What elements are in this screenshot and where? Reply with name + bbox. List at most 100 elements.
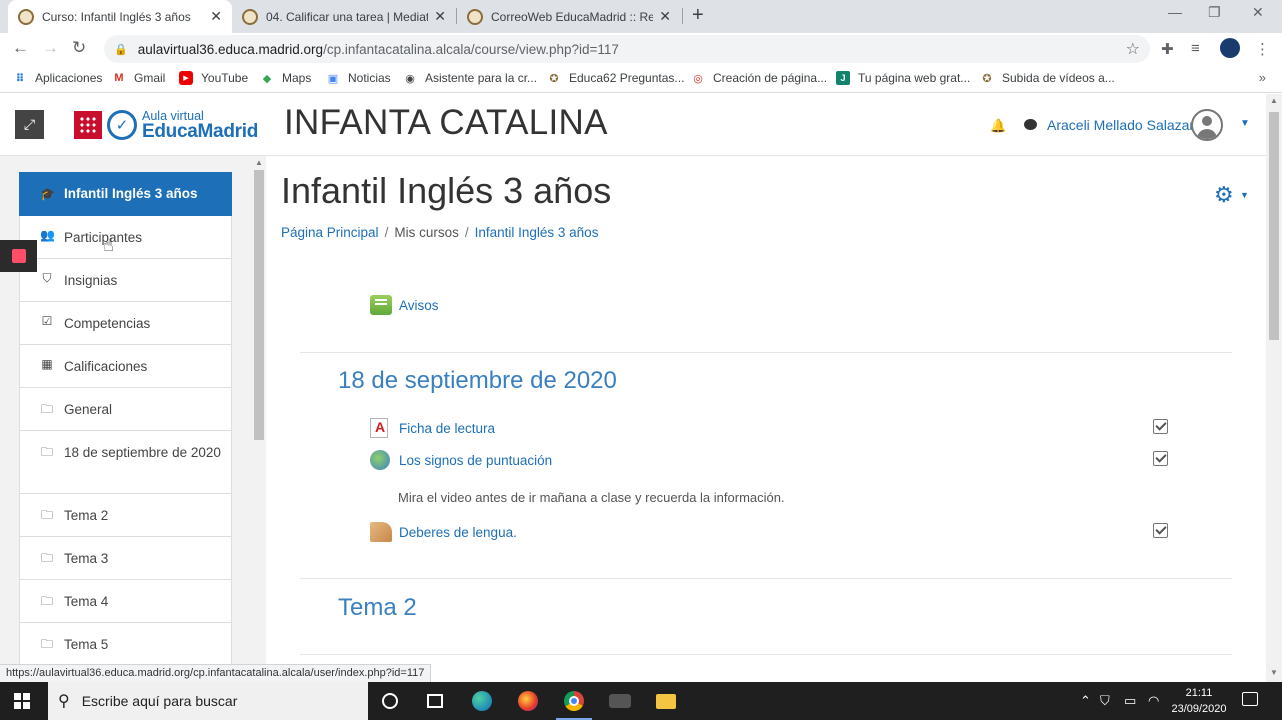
windows-start-icon[interactable] bbox=[14, 693, 30, 709]
completion-checkbox[interactable] bbox=[1153, 451, 1168, 466]
activity-label[interactable]: Deberes de lengua. bbox=[399, 525, 517, 540]
nav-item-tema-5[interactable]: 🗀 Tema 5 bbox=[19, 623, 232, 666]
bookmark-tupagina[interactable]: J Tu página web grat... bbox=[836, 71, 970, 85]
file-explorer-icon[interactable] bbox=[656, 694, 676, 709]
bookmark-asistente[interactable]: ◉ Asistente para la cr... bbox=[403, 71, 537, 85]
breadcrumb-mis-cursos[interactable]: Mis cursos bbox=[394, 225, 459, 240]
reload-icon[interactable]: ↻ bbox=[72, 38, 86, 58]
browser-tab-3[interactable]: CorreoWeb EducaMadrid :: Reda ✕ bbox=[457, 0, 681, 33]
completion-checkbox[interactable] bbox=[1153, 523, 1168, 538]
taskbar-search-input[interactable]: ⚲ Escribe aquí para buscar bbox=[48, 682, 368, 720]
bookmark-star-icon[interactable]: ☆ bbox=[1126, 39, 1140, 59]
bookmark-gmail[interactable]: M Gmail bbox=[112, 71, 165, 85]
messages-bubble-icon[interactable] bbox=[1024, 119, 1037, 130]
nav-item-tema-4[interactable]: 🗀 Tema 4 bbox=[19, 580, 232, 623]
forward-icon[interactable]: → bbox=[42, 38, 59, 58]
bookmark-noticias[interactable]: ▣ Noticias bbox=[326, 71, 391, 85]
hand-cursor-icon: ☝ bbox=[103, 235, 114, 255]
close-window-icon[interactable]: ✕ bbox=[1252, 4, 1264, 21]
scroll-thumb[interactable] bbox=[1269, 112, 1279, 340]
url-path: /cp.infantacatalina.alcala/course/view.p… bbox=[323, 41, 619, 57]
bookmark-creacion[interactable]: ◎ Creación de página... bbox=[691, 71, 827, 85]
user-avatar[interactable] bbox=[1191, 109, 1223, 141]
scroll-down-icon[interactable]: ▼ bbox=[1270, 668, 1278, 677]
bookmark-educa62[interactable]: ✪ Educa62 Preguntas... bbox=[547, 71, 684, 85]
site-title[interactable]: INFANTA CATALINA bbox=[284, 103, 608, 143]
profile-avatar[interactable] bbox=[1220, 38, 1240, 58]
taskbar-clock[interactable]: 21:11 23/09/2020 bbox=[1170, 685, 1228, 717]
expand-drawer-icon[interactable]: ⤢ bbox=[15, 110, 44, 139]
nav-item-general[interactable]: 🗀 General bbox=[19, 388, 232, 431]
browser-tab-1[interactable]: Curso: Infantil Inglés 3 años ✕ bbox=[8, 0, 232, 33]
scroll-up-icon[interactable]: ▲ bbox=[255, 158, 263, 167]
notifications-bell-icon[interactable]: 🔔 bbox=[990, 118, 1006, 134]
activity-avisos[interactable]: Avisos bbox=[370, 295, 439, 315]
activity-label[interactable]: Avisos bbox=[399, 298, 439, 313]
notifications-center-icon[interactable] bbox=[1242, 692, 1258, 706]
cortana-icon[interactable] bbox=[382, 693, 398, 709]
bookmark-label: Educa62 Preguntas... bbox=[569, 71, 685, 85]
chrome-icon[interactable] bbox=[564, 691, 584, 711]
back-icon[interactable]: ← bbox=[12, 38, 29, 58]
page-scrollbar[interactable]: ▲ ▼ bbox=[1266, 94, 1282, 682]
completion-checkbox[interactable] bbox=[1153, 419, 1168, 434]
target-icon: ◎ bbox=[693, 72, 703, 85]
record-stop-button[interactable] bbox=[0, 240, 37, 272]
activity-deberes-lengua[interactable]: Deberes de lengua. bbox=[370, 522, 517, 542]
edge-icon[interactable] bbox=[472, 691, 492, 711]
activity-label[interactable]: Los signos de puntuación bbox=[399, 453, 552, 468]
bookmark-apps[interactable]: ⠿ Aplicaciones bbox=[13, 71, 103, 85]
minimize-icon[interactable]: — bbox=[1168, 4, 1182, 20]
nav-item-participantes[interactable]: 👥 Participantes bbox=[19, 216, 232, 259]
wifi-icon[interactable]: ◠ bbox=[1148, 693, 1159, 709]
media-queue-icon[interactable]: ≡ bbox=[1191, 40, 1200, 57]
new-tab-icon[interactable]: + bbox=[692, 4, 704, 27]
scroll-thumb[interactable] bbox=[254, 170, 264, 440]
battery-icon[interactable]: ▭ bbox=[1124, 693, 1136, 709]
close-tab-icon[interactable]: ✕ bbox=[434, 8, 446, 25]
nav-item-course[interactable]: 🎓 Infantil Inglés 3 años bbox=[19, 172, 232, 216]
address-bar[interactable]: 🔒 aulavirtual36.educa.madrid.org/cp.infa… bbox=[104, 35, 1150, 63]
bookmark-label: YouTube bbox=[201, 71, 249, 85]
close-tab-icon[interactable]: ✕ bbox=[659, 8, 671, 25]
nav-item-tema-2[interactable]: 🗀 Tema 2 bbox=[19, 494, 232, 537]
bookmark-youtube[interactable]: ▶ YouTube bbox=[179, 71, 248, 85]
breadcrumb-separator: / bbox=[384, 225, 389, 240]
user-menu-caret-icon[interactable]: ▼ bbox=[1240, 118, 1250, 129]
breadcrumb: Página Principal / Mis cursos / Infantil Ing… bbox=[281, 225, 598, 240]
menu-kebab-icon[interactable]: ⋮ bbox=[1255, 40, 1270, 58]
bookmark-maps[interactable]: ◆ Maps bbox=[260, 71, 312, 85]
nav-item-insignias[interactable]: ⛉ Insignias bbox=[19, 259, 232, 302]
moodle-page: ⤢ ✓ Aula virtual EducaMadrid INFANTA CAT… bbox=[0, 94, 1266, 682]
section-title-18-septiembre[interactable]: 18 de septiembre de 2020 bbox=[338, 367, 617, 395]
bookmark-subida[interactable]: ✪ Subida de vídeos a... bbox=[980, 71, 1114, 85]
browser-tab-2[interactable]: 04. Calificar una tarea | Mediatec ✕ bbox=[232, 0, 456, 33]
nav-item-label: Calificaciones bbox=[64, 359, 148, 374]
media-app-icon[interactable] bbox=[609, 694, 631, 708]
drawer-scrollbar[interactable]: ▲ bbox=[252, 156, 266, 682]
close-tab-icon[interactable]: ✕ bbox=[210, 8, 222, 25]
activity-ficha-lectura[interactable]: Ficha de lectura bbox=[370, 418, 495, 438]
browser-tab-strip: Curso: Infantil Inglés 3 años ✕ 04. Cali… bbox=[0, 0, 1282, 33]
nav-item-tema-3[interactable]: 🗀 Tema 3 bbox=[19, 537, 232, 580]
firefox-icon[interactable] bbox=[518, 691, 538, 711]
tray-chevron-up-icon[interactable]: ⌃ bbox=[1080, 693, 1091, 709]
gear-icon[interactable]: ⚙ bbox=[1214, 182, 1234, 208]
user-name[interactable]: Araceli Mellado Salazar bbox=[1047, 117, 1194, 133]
nav-item-competencias[interactable]: ☑ Competencias bbox=[19, 302, 232, 345]
scroll-up-icon[interactable]: ▲ bbox=[1270, 96, 1278, 105]
breadcrumb-course[interactable]: Infantil Inglés 3 años bbox=[475, 225, 599, 240]
activity-label[interactable]: Ficha de lectura bbox=[399, 421, 495, 436]
bookmark-label: Creación de página... bbox=[713, 71, 828, 85]
task-view-icon[interactable] bbox=[427, 694, 443, 708]
tray-shield-icon[interactable]: ⛉ bbox=[1100, 693, 1110, 709]
restore-icon[interactable]: ❐ bbox=[1208, 4, 1221, 21]
chevron-down-icon[interactable]: ▼ bbox=[1240, 190, 1249, 200]
section-title-tema-2[interactable]: Tema 2 bbox=[338, 594, 417, 622]
extensions-icon[interactable]: ✚ bbox=[1161, 40, 1174, 58]
nav-item-calificaciones[interactable]: ▦ Calificaciones bbox=[19, 345, 232, 388]
breadcrumb-home[interactable]: Página Principal bbox=[281, 225, 379, 240]
more-bookmarks-icon[interactable]: » bbox=[1259, 70, 1266, 85]
nav-item-18-septiembre[interactable]: 🗀 18 de septiembre de 2020 bbox=[19, 431, 232, 494]
activity-signos-puntuacion[interactable]: Los signos de puntuación bbox=[370, 450, 552, 470]
